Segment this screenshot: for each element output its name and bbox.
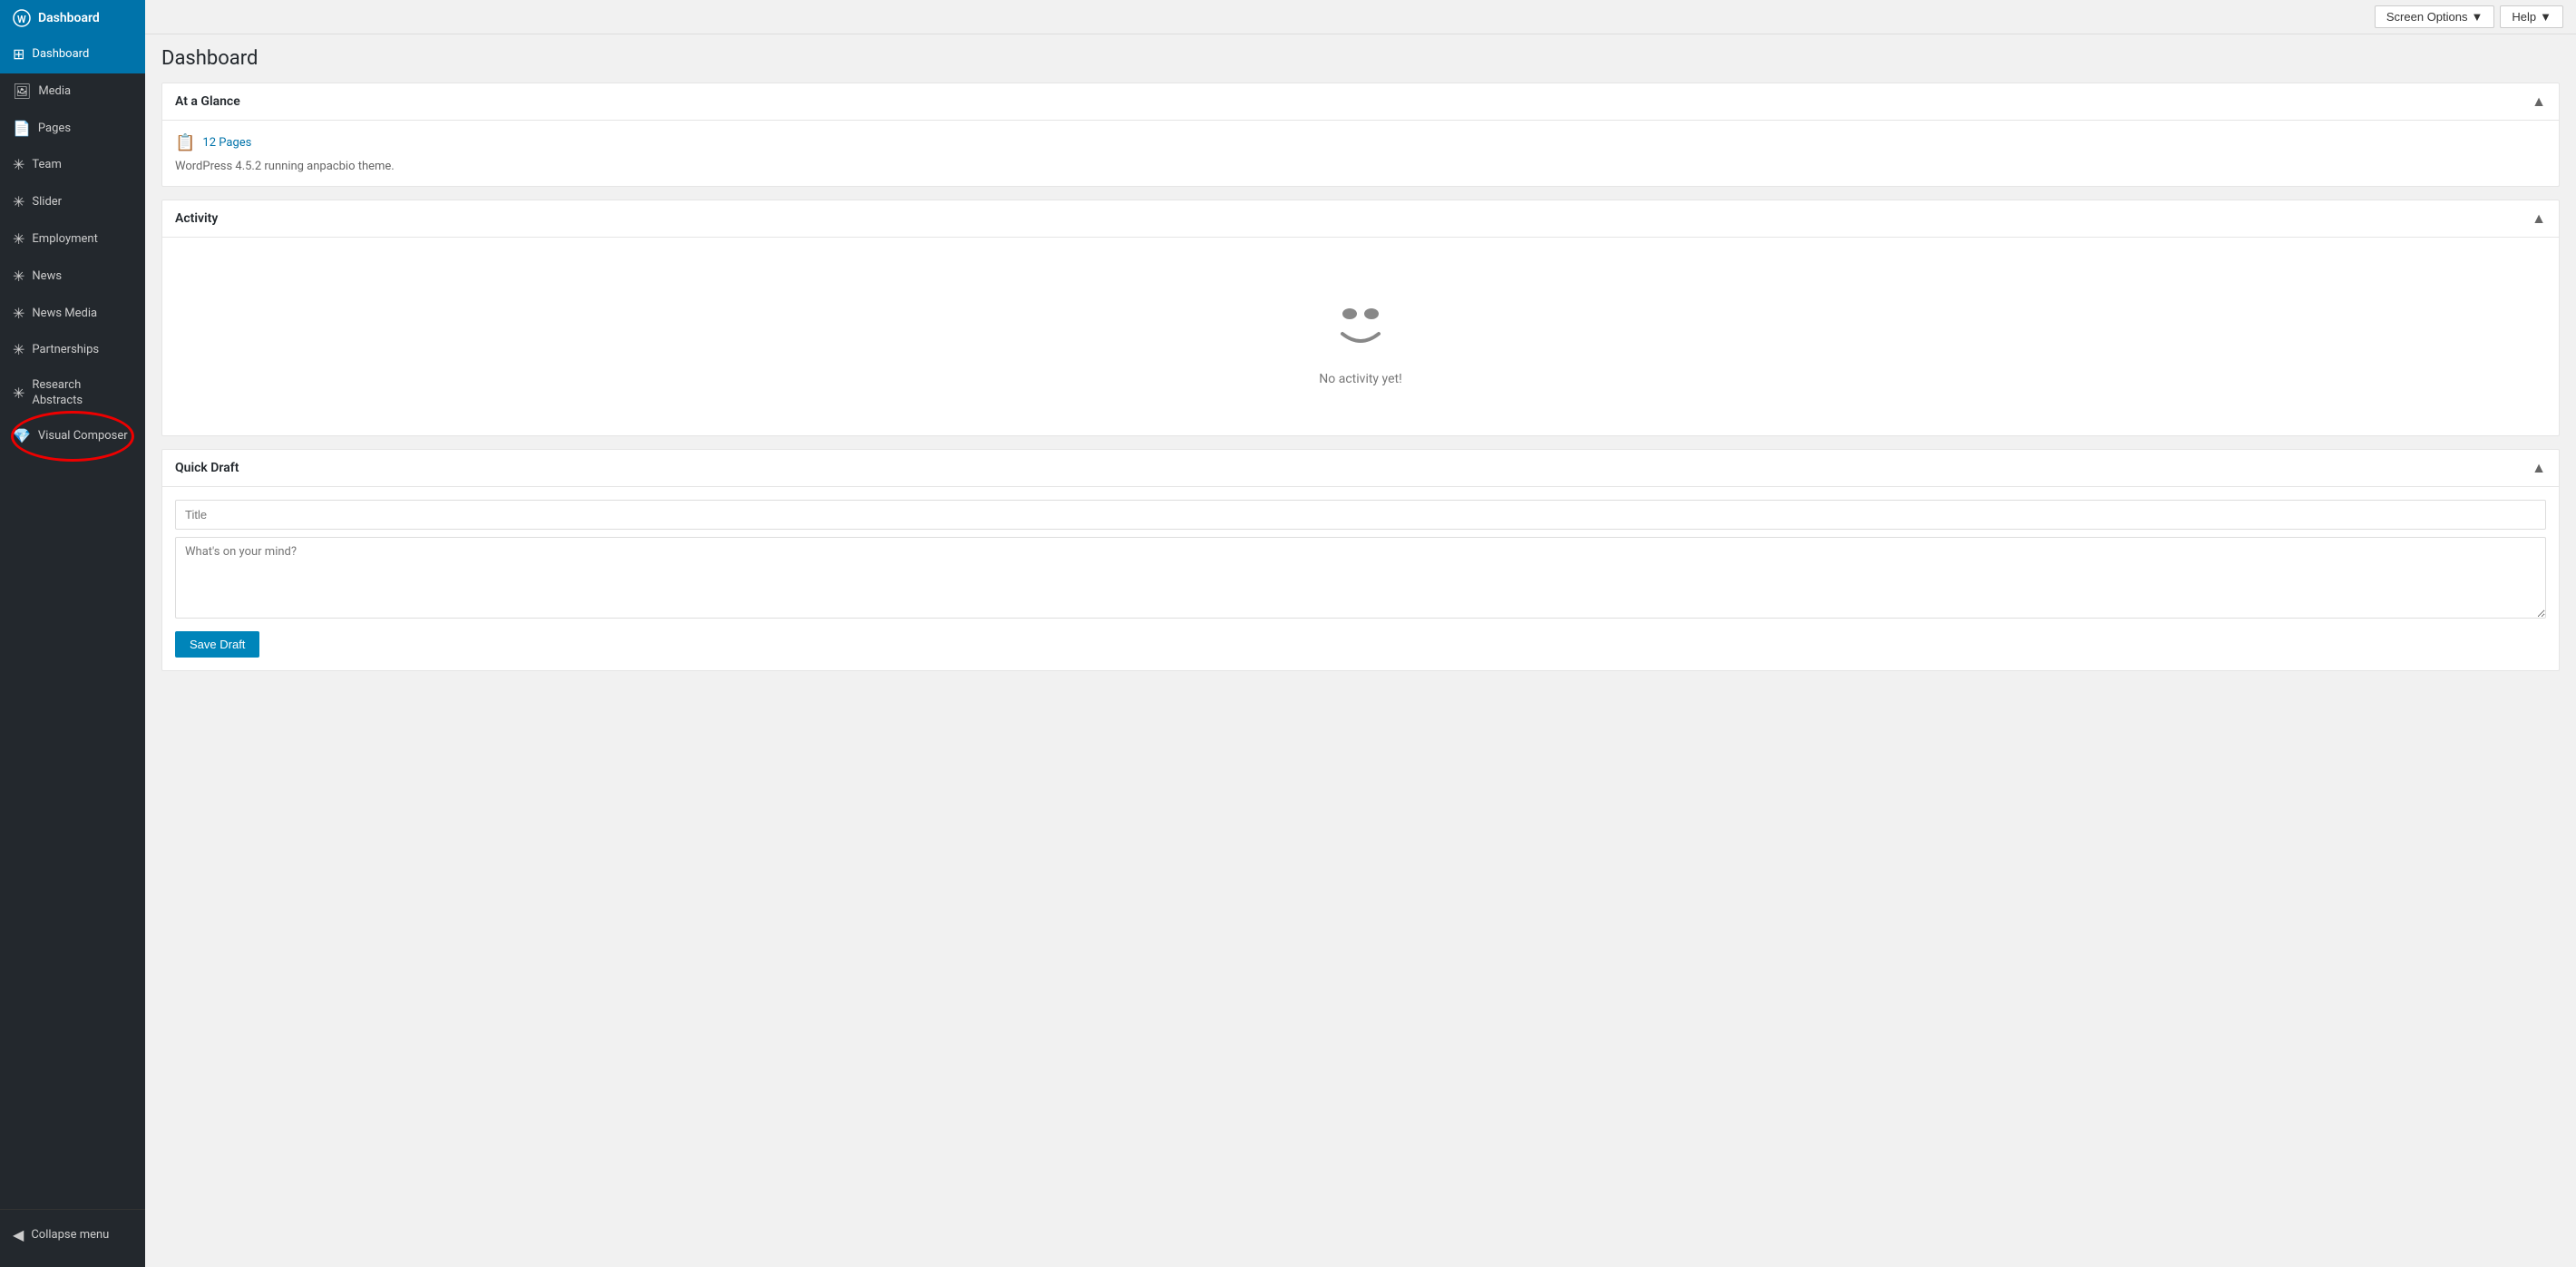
sidebar-item-label: Slider [32,195,62,210]
sidebar-footer: ◀ Collapse menu [0,1209,145,1267]
page-title: Dashboard [161,47,2560,70]
help-button[interactable]: Help ▼ [2500,5,2563,28]
quick-draft-header: Quick Draft ▲ [162,450,2559,487]
no-activity-text: No activity yet! [1319,372,1401,386]
at-a-glance-collapse[interactable]: ▲ [2532,93,2546,111]
sidebar-item-visual-composer[interactable]: 💎 Visual Composer [0,418,145,455]
news-icon: ✳ [13,268,24,287]
main-area: Screen Options ▼ Help ▼ Dashboard At a G… [145,0,2576,1267]
activity-header: Activity ▲ [162,200,2559,238]
activity-body: No activity yet! [162,238,2559,435]
sidebar-item-label: Team [32,158,62,173]
content-area: Dashboard At a Glance ▲ 📋 12 Pages WordP… [145,34,2576,1267]
slider-icon: ✳ [13,193,24,212]
smiley-icon [1324,287,1397,359]
screen-options-label: Screen Options [2386,10,2468,24]
help-label: Help [2512,10,2536,24]
sidebar-item-label: Partnerships [32,343,99,358]
at-a-glance-header: At a Glance ▲ [162,83,2559,121]
sidebar-item-label: Pages [38,122,71,137]
research-icon: ✳ [13,385,24,404]
quick-draft-collapse[interactable]: ▲ [2532,459,2546,477]
save-draft-label: Save Draft [190,638,245,651]
screen-options-button[interactable]: Screen Options ▼ [2375,5,2494,28]
save-draft-button[interactable]: Save Draft [175,631,259,658]
quick-draft-body: Save Draft [162,487,2559,670]
pages-count-link[interactable]: 12 Pages [202,136,251,150]
quick-draft-title: Quick Draft [175,461,239,475]
sidebar: W Dashboard ⊞ Dashboard 🖼 Media 📄 Pages … [0,0,145,1267]
topbar: Screen Options ▼ Help ▼ [145,0,2576,34]
activity-collapse[interactable]: ▲ [2532,210,2546,228]
dashboard-icon: ⊞ [13,45,24,64]
at-a-glance-panel: At a Glance ▲ 📋 12 Pages WordPress 4.5.2… [161,83,2560,187]
quick-draft-panel: Quick Draft ▲ Save Draft [161,449,2560,671]
sidebar-item-news[interactable]: ✳ News [0,258,145,296]
collapse-label: Collapse menu [31,1228,109,1243]
employment-icon: ✳ [13,230,24,249]
sidebar-item-dashboard[interactable]: ⊞ Dashboard [0,36,145,73]
sidebar-item-slider[interactable]: ✳ Slider [0,184,145,221]
activity-panel: Activity ▲ No activity yet! [161,200,2560,436]
sidebar-item-label: News Media [32,307,97,322]
collapse-menu-button[interactable]: ◀ Collapse menu [13,1219,132,1252]
media-icon: 🖼 [13,83,31,102]
at-glance-pages-item: 📋 12 Pages [175,133,2546,152]
partnerships-icon: ✳ [13,341,24,360]
sidebar-item-label: Visual Composer [38,429,128,444]
help-chevron: ▼ [2540,10,2552,24]
visual-composer-icon: 💎 [13,427,31,446]
sidebar-item-label: Media [38,84,71,100]
pages-count-icon: 📋 [175,133,195,152]
at-a-glance-body: 📋 12 Pages WordPress 4.5.2 running anpac… [162,121,2559,186]
wp-info-text: WordPress 4.5.2 running anpacbio theme. [175,160,2546,173]
wp-logo-icon: W [13,9,31,27]
sidebar-item-news-media[interactable]: ✳ News Media [0,296,145,333]
sidebar-item-label: Dashboard [32,47,89,63]
sidebar-item-media[interactable]: 🖼 Media [0,73,145,111]
activity-empty-state: No activity yet! [175,250,2546,423]
sidebar-item-label: Employment [32,232,97,248]
sidebar-nav: ⊞ Dashboard 🖼 Media 📄 Pages ✳ Team ✳ Sli… [0,36,145,1209]
quick-draft-title-input[interactable] [175,500,2546,530]
collapse-icon: ◀ [13,1226,24,1245]
at-a-glance-title: At a Glance [175,94,240,109]
screen-options-chevron: ▼ [2472,10,2483,24]
sidebar-item-label: Research Abstracts [32,378,132,409]
sidebar-item-label: News [32,269,62,285]
sidebar-item-employment[interactable]: ✳ Employment [0,221,145,258]
svg-text:W: W [17,14,26,25]
team-icon: ✳ [13,156,24,175]
quick-draft-content-textarea[interactable] [175,537,2546,619]
sidebar-item-partnerships[interactable]: ✳ Partnerships [0,332,145,369]
news-media-icon: ✳ [13,305,24,324]
pages-icon: 📄 [13,120,31,139]
sidebar-logo-label: Dashboard [38,11,100,25]
activity-title: Activity [175,211,218,226]
sidebar-logo[interactable]: W Dashboard [0,0,145,36]
sidebar-item-team[interactable]: ✳ Team [0,147,145,184]
sidebar-item-research-abstracts[interactable]: ✳ Research Abstracts [0,369,145,418]
sidebar-item-pages[interactable]: 📄 Pages [0,111,145,148]
